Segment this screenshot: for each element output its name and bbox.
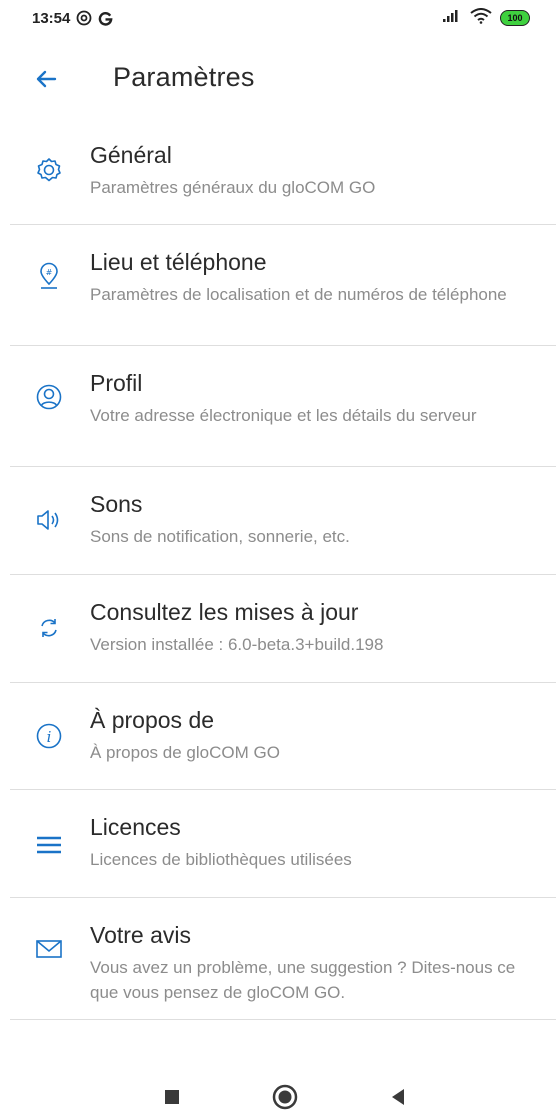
settings-item-title: Votre avis [90,922,191,948]
settings-item-licences[interactable]: Licences Licences de bibliothèques utili… [0,790,556,898]
app-bar: Paramètres [0,50,556,106]
settings-item-general[interactable]: Général Paramètres généraux du gloCOM GO [0,118,556,225]
divider [10,1019,556,1020]
gear-icon [34,155,64,185]
menu-icon [34,830,64,860]
envelope-icon [34,934,64,964]
settings-item-feedback[interactable]: Votre avis Vous avez un problème, une su… [0,898,556,1020]
settings-item-subtitle: À propos de gloCOM GO [90,743,280,762]
profile-icon [34,382,64,412]
settings-item-subtitle: Version installée : 6.0-beta.3+build.198 [90,635,384,654]
settings-item-title: Sons [90,491,143,517]
battery-level: 100 [507,12,523,23]
settings-item-title: Profil [90,370,143,396]
settings-item-about[interactable]: i À propos de À propos de gloCOM GO [0,683,556,790]
settings-item-subtitle: Votre adresse électronique et les détail… [90,406,477,425]
wifi-icon [470,7,492,29]
info-icon: i [34,721,64,751]
at-icon [76,10,92,26]
recents-square-icon [165,1090,179,1104]
page-title: Paramètres [113,62,255,92]
svg-text:#: # [46,268,53,277]
speaker-icon [34,505,64,535]
settings-item-subtitle: Paramètres de localisation et de numéros… [90,285,507,304]
settings-item-title: À propos de [90,707,215,733]
g-app-icon [98,11,113,26]
settings-item-subtitle: Licences de bibliothèques utilisées [90,850,352,869]
settings-item-title: Licences [90,814,181,840]
signal-icon [442,9,462,28]
home-button[interactable] [271,1083,299,1111]
settings-item-updates[interactable]: Consultez les mises à jour Version insta… [0,575,556,683]
settings-item-subtitle: Vous avez un problème, une suggestion ? … [90,958,516,1002]
settings-item-location-phone[interactable]: # Lieu et téléphone Paramètres de locali… [0,225,556,346]
refresh-icon [34,613,64,643]
svg-text:i: i [47,728,52,746]
settings-item-title: Général [90,142,172,168]
settings-item-subtitle: Sons de notification, sonnerie, etc. [90,527,350,546]
location-phone-icon: # [34,261,64,291]
arrow-left-icon [36,70,57,88]
back-button[interactable] [32,65,60,93]
status-right: 100 [442,7,530,29]
home-circle-icon [272,1084,298,1110]
system-nav-bar [0,1075,556,1117]
settings-item-sounds[interactable]: Sons Sons de notification, sonnerie, etc… [0,467,556,575]
system-back-button[interactable] [388,1087,408,1107]
settings-item-subtitle: Paramètres généraux du gloCOM GO [90,178,376,197]
battery-icon: 100 [500,10,530,26]
status-bar: 13:54 100 [0,0,556,36]
status-time: 13:54 [32,9,71,27]
settings-item-profile[interactable]: Profil Votre adresse électronique et les… [0,346,556,467]
status-left: 13:54 [32,10,113,27]
settings-item-title: Lieu et téléphone [90,249,267,275]
settings-list: Général Paramètres généraux du gloCOM GO… [0,118,556,1020]
back-triangle-icon [392,1089,404,1105]
settings-item-title: Consultez les mises à jour [90,599,359,625]
recents-button[interactable] [162,1087,182,1107]
